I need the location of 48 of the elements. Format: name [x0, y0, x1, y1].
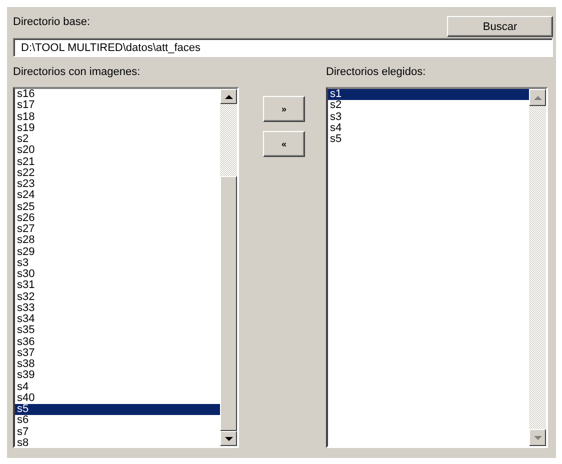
- scroll-thumb[interactable]: [220, 176, 237, 431]
- list-item[interactable]: s37: [15, 348, 220, 359]
- list-item[interactable]: s21: [15, 156, 220, 168]
- list-item[interactable]: s6: [15, 415, 220, 426]
- list-item[interactable]: s3: [15, 258, 220, 269]
- list-item[interactable]: s1: [328, 89, 529, 100]
- list-item[interactable]: s26: [15, 212, 220, 224]
- list-label: Directorios elegidos:: [326, 66, 426, 79]
- field-label: Directorio base:: [13, 16, 90, 29]
- list-item[interactable]: s24: [15, 190, 220, 202]
- list-item[interactable]: s5: [15, 404, 220, 416]
- list-item[interactable]: s8: [15, 438, 220, 446]
- list-item[interactable]: s17: [15, 100, 220, 112]
- list-item[interactable]: s23: [15, 179, 220, 190]
- scroll-down-icon[interactable]: [220, 431, 237, 446]
- list-item[interactable]: s18: [15, 112, 220, 123]
- list-item[interactable]: s4: [328, 122, 529, 134]
- list-item[interactable]: s38: [15, 359, 220, 370]
- search-button[interactable]: Buscar: [447, 16, 553, 37]
- list-item[interactable]: s20: [15, 145, 220, 156]
- list-item[interactable]: s39: [15, 370, 220, 382]
- list-item[interactable]: s33: [15, 302, 220, 314]
- list-item[interactable]: s3: [328, 112, 529, 123]
- list-item[interactable]: s16: [15, 89, 220, 100]
- list-item[interactable]: s2: [15, 134, 220, 146]
- list-item[interactable]: s28: [15, 235, 220, 246]
- remove-button[interactable]: «: [263, 131, 305, 157]
- list-item[interactable]: s40: [15, 392, 220, 404]
- list-item[interactable]: s32: [15, 292, 220, 303]
- list-item[interactable]: s22: [15, 168, 220, 179]
- list-item[interactable]: s36: [15, 336, 220, 348]
- list-item[interactable]: s30: [15, 269, 220, 280]
- scrollbar[interactable]: [220, 89, 237, 446]
- list-item[interactable]: s34: [15, 314, 220, 326]
- list-item[interactable]: s7: [15, 426, 220, 438]
- list-item[interactable]: s31: [15, 280, 220, 292]
- path-field[interactable]: D:\TOOL MULTIRED\datos\att_faces: [13, 38, 553, 57]
- list-item[interactable]: s5: [328, 134, 529, 146]
- list-item[interactable]: s29: [15, 246, 220, 258]
- list-item[interactable]: s27: [15, 224, 220, 236]
- scroll-up-icon[interactable]: [220, 89, 237, 104]
- list-item[interactable]: s35: [15, 325, 220, 336]
- list-item[interactable]: s19: [15, 122, 220, 134]
- list-item[interactable]: s2: [328, 100, 529, 112]
- add-button[interactable]: »: [263, 96, 305, 122]
- list-label: Directorios con imagenes:: [13, 66, 140, 79]
- list-item[interactable]: s4: [15, 382, 220, 393]
- list-item[interactable]: s25: [15, 202, 220, 213]
